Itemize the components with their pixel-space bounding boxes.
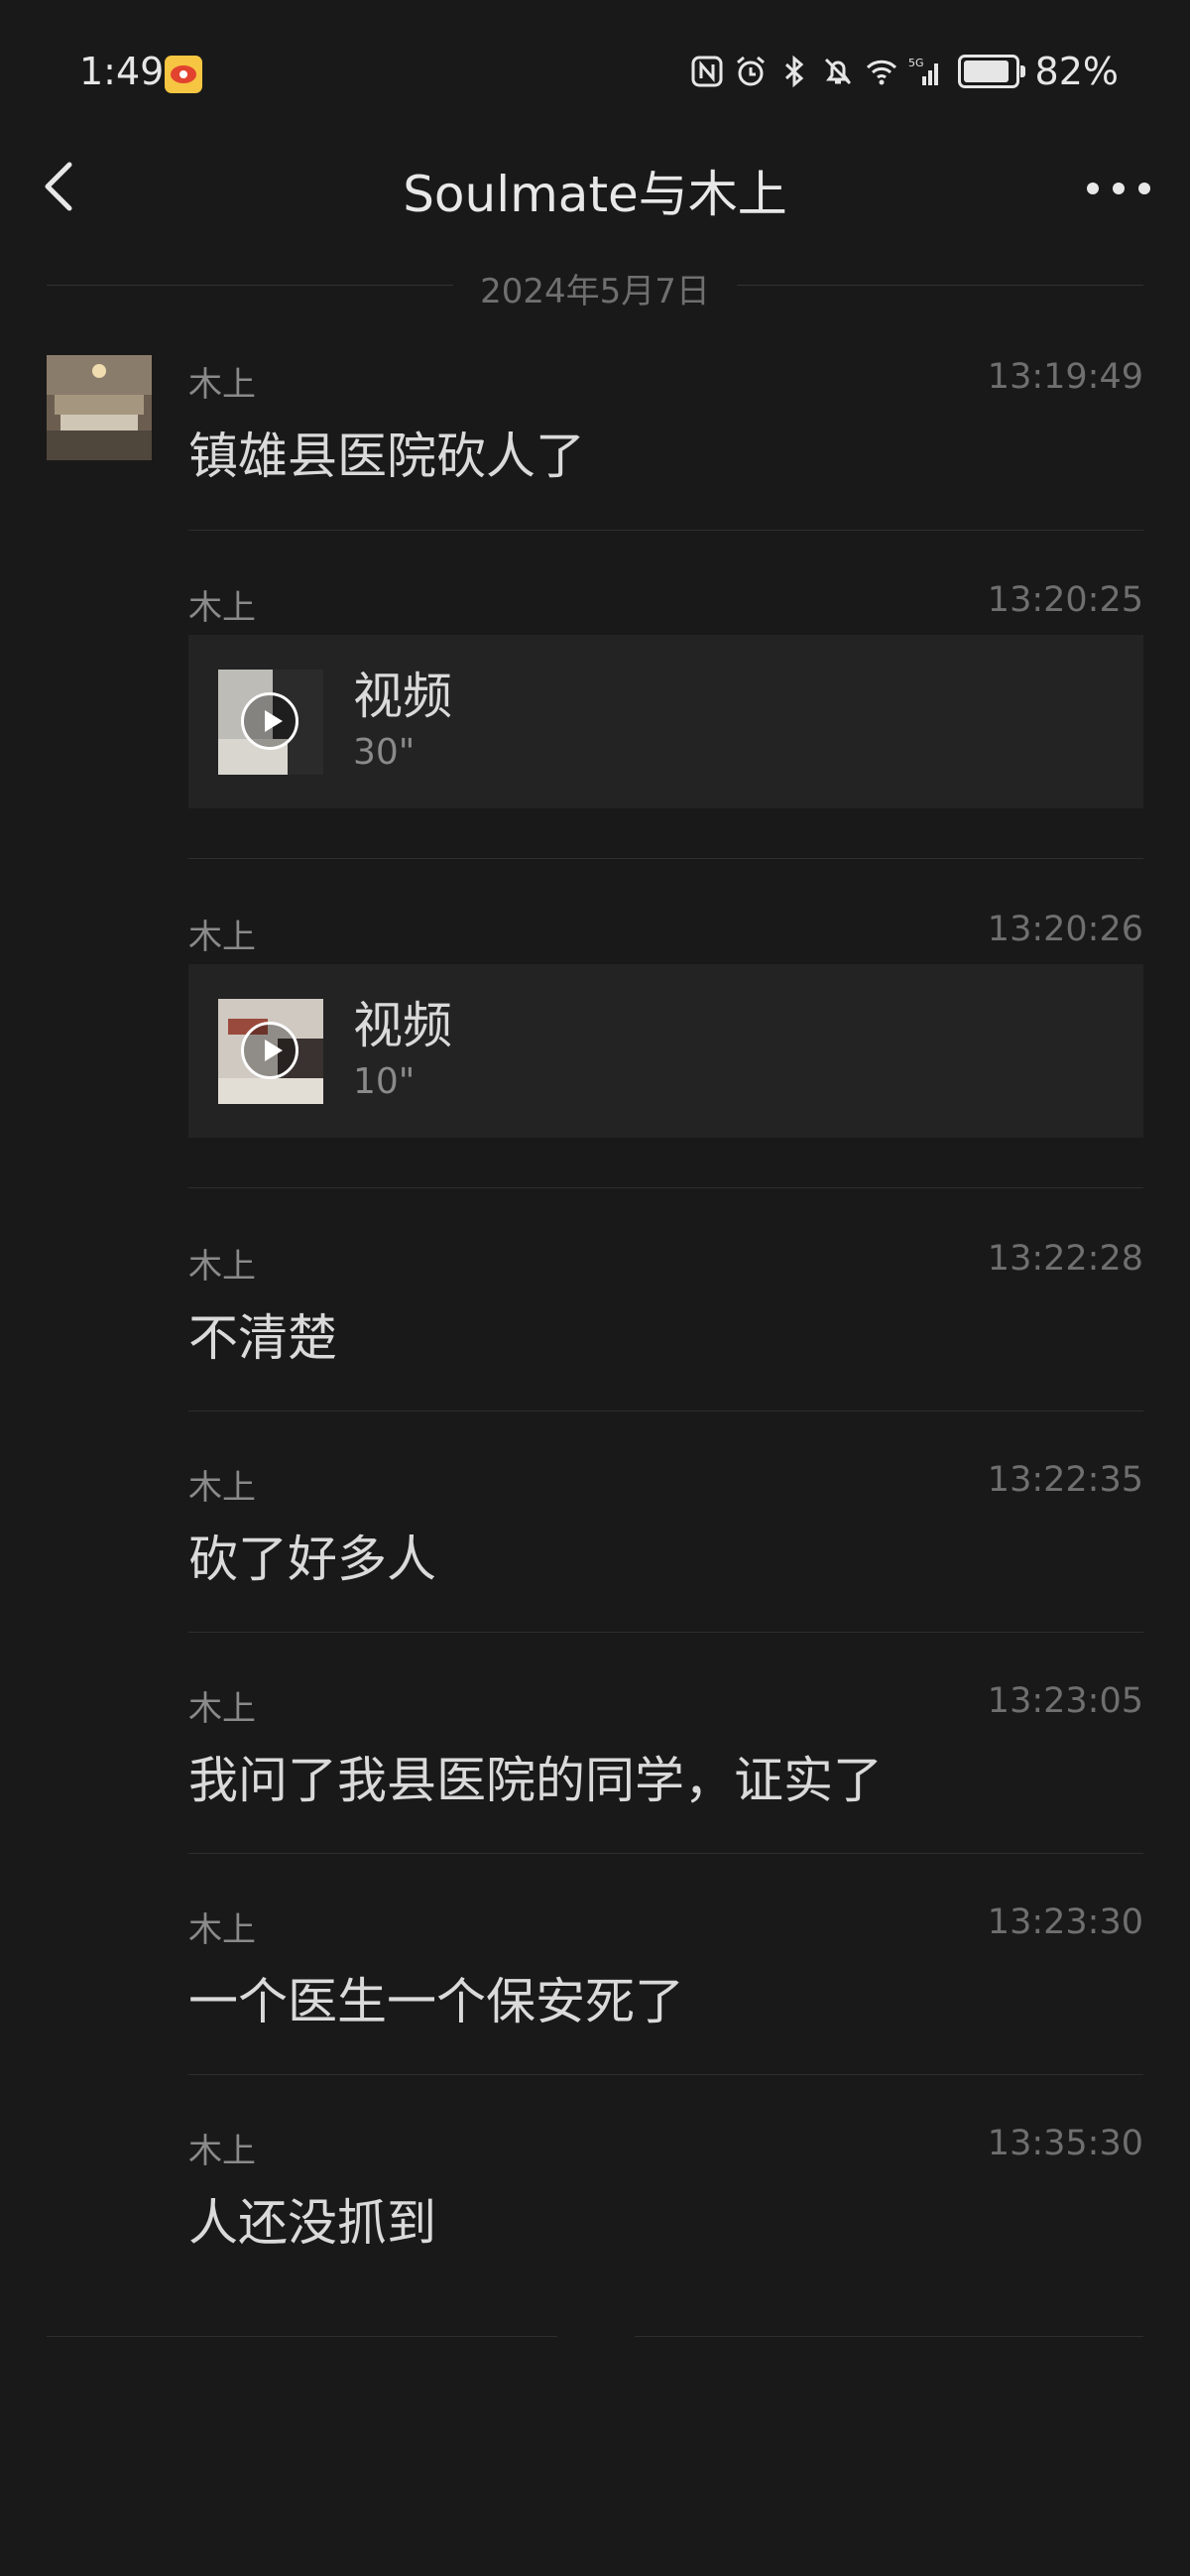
message-sender: 木上	[188, 2132, 256, 2171]
message-item[interactable]: 木上 13:23:30 一个医生一个保安死了	[188, 1902, 1143, 2076]
battery-percent: 82%	[1034, 50, 1119, 93]
status-icons: 5G 82%	[690, 50, 1119, 93]
message-time: 13:22:28	[987, 1239, 1143, 1279]
video-thumbnail	[218, 670, 323, 775]
wifi-icon	[866, 60, 896, 85]
message-time: 13:20:25	[987, 580, 1143, 620]
message-time: 13:23:05	[987, 1681, 1143, 1721]
message-sender: 木上	[188, 588, 256, 628]
message-divider	[188, 1187, 1143, 1188]
message-text: 我问了我县医院的同学，证实了	[188, 1752, 883, 1809]
date-label: 2024年5月7日	[480, 272, 710, 311]
end-divider-right	[635, 2336, 1143, 2337]
video-label: 视频	[353, 997, 452, 1054]
message-time: 13:35:30	[987, 2124, 1143, 2163]
message-item[interactable]: 木上 13:22:28 不清楚	[188, 1239, 1143, 1412]
message-item[interactable]: 木上 13:19:49 镇雄县医院砍人了	[188, 357, 1143, 531]
date-divider: 2024年5月7日	[47, 260, 1143, 311]
message-time: 13:23:30	[987, 1902, 1143, 1942]
message-item[interactable]: 木上 13:22:35 砍了好多人	[188, 1460, 1143, 1634]
video-thumbnail	[218, 999, 323, 1104]
play-icon	[241, 692, 298, 750]
video-card[interactable]: 视频 10"	[188, 964, 1143, 1138]
message-text: 人还没抓到	[188, 2194, 436, 2252]
status-bar: 1:49 5G 82%	[0, 0, 1190, 149]
message-item: 木上 13:20:25 视频 30"	[188, 580, 1143, 859]
message-text: 一个医生一个保安死了	[188, 1973, 684, 2030]
message-text: 砍了好多人	[188, 1531, 436, 1588]
message-sender: 木上	[188, 918, 256, 957]
alarm-icon	[736, 56, 765, 86]
message-sender: 木上	[188, 1468, 256, 1508]
message-item[interactable]: 木上 13:35:30 人还没抓到	[188, 2124, 1143, 2297]
weibo-icon	[165, 56, 202, 93]
chat-header: Soulmate与木上	[0, 139, 1190, 238]
message-sender: 木上	[188, 1910, 256, 1950]
nfc-icon	[691, 56, 723, 87]
avatar[interactable]	[47, 355, 152, 460]
message-divider	[188, 530, 1143, 531]
mute-icon	[824, 58, 851, 85]
message-divider	[188, 858, 1143, 859]
status-time: 1:49	[79, 50, 165, 93]
chat-title: Soulmate与木上	[403, 166, 787, 223]
message-divider	[188, 1632, 1143, 1633]
message-divider	[188, 1853, 1143, 1854]
signal-5g-icon: 5G	[908, 57, 938, 85]
message-text: 不清楚	[188, 1309, 337, 1367]
battery-icon	[957, 55, 1025, 88]
video-card[interactable]: 视频 30"	[188, 635, 1143, 808]
end-divider-left	[47, 2336, 557, 2337]
svg-text:5G: 5G	[908, 57, 924, 69]
message-sender: 木上	[188, 1689, 256, 1729]
video-duration: 10"	[353, 1061, 416, 1102]
video-duration: 30"	[353, 732, 416, 773]
message-sender: 木上	[188, 1247, 256, 1287]
more-options-icon[interactable]	[1087, 169, 1150, 208]
bluetooth-icon	[784, 55, 803, 88]
message-time: 13:19:49	[987, 357, 1143, 397]
message-item[interactable]: 木上 13:23:05 我问了我县医院的同学，证实了	[188, 1681, 1143, 1855]
message-text: 镇雄县医院砍人了	[188, 428, 585, 485]
video-label: 视频	[353, 668, 452, 725]
play-icon	[241, 1022, 298, 1079]
message-sender: 木上	[188, 365, 256, 405]
message-time: 13:20:26	[987, 910, 1143, 949]
message-divider	[188, 2074, 1143, 2075]
message-item: 木上 13:20:26 视频 10"	[188, 910, 1143, 1188]
message-time: 13:22:35	[987, 1460, 1143, 1500]
